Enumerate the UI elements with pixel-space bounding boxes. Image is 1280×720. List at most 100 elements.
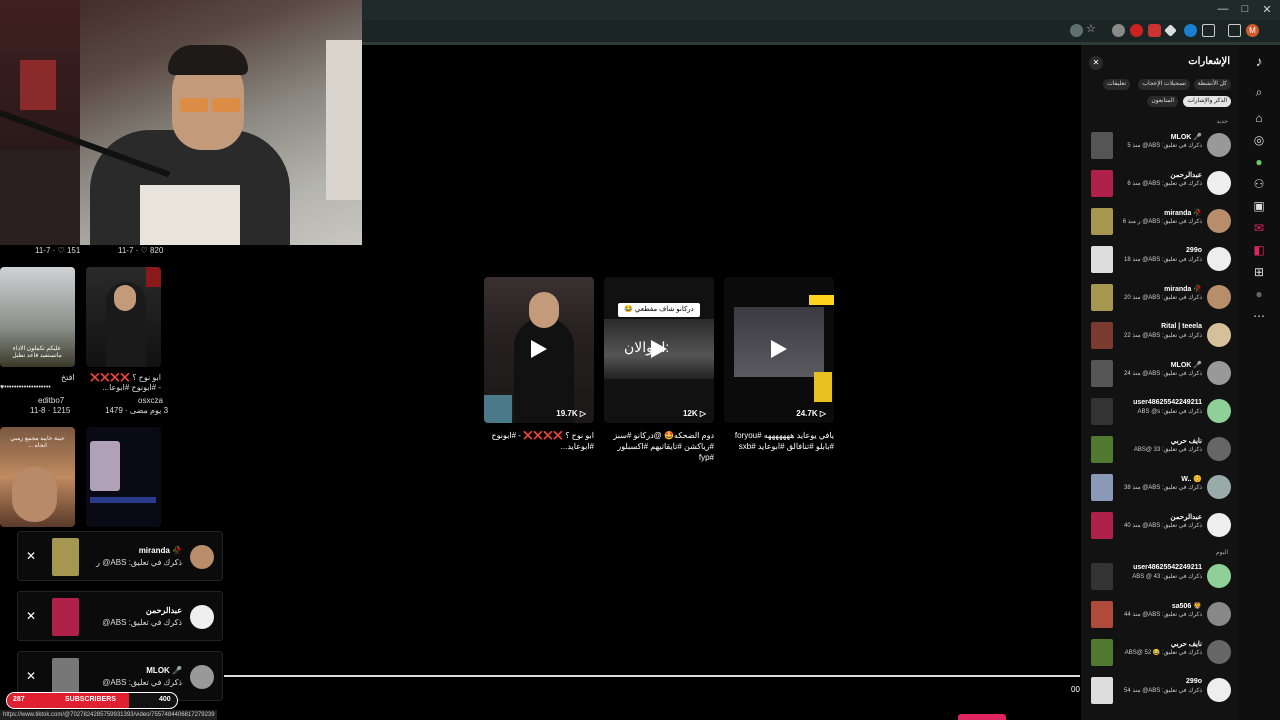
extension-icon[interactable] (1112, 24, 1125, 37)
screen-cast-icon[interactable] (1070, 24, 1083, 37)
video-username[interactable]: editbo7 (38, 396, 64, 405)
chip-mentions[interactable]: الذكر والإشارات (1183, 96, 1231, 107)
close-window-button[interactable]: ✕ (1256, 3, 1278, 16)
extension-icon[interactable] (1184, 24, 1197, 37)
notification-row[interactable]: Rital | teeela ذكرك في تعليق: ABS@ منذ 22 (1081, 318, 1238, 354)
chip-likes[interactable]: تسجيلات الإعجاب (1138, 79, 1190, 90)
following-avatar-icon[interactable]: ● (1249, 155, 1269, 171)
notification-video-thumbnail[interactable] (1091, 474, 1113, 501)
avatar[interactable] (1207, 399, 1231, 423)
play-icon[interactable] (651, 340, 667, 358)
play-icon[interactable] (771, 340, 787, 358)
notification-video-thumbnail[interactable] (1091, 246, 1113, 273)
avatar[interactable] (1207, 513, 1231, 537)
video-progress-bar[interactable] (224, 675, 1080, 677)
avatar[interactable] (1207, 209, 1231, 233)
chip-followers[interactable]: المتابعون (1147, 96, 1178, 107)
avatar[interactable] (1207, 475, 1231, 499)
extension-icon[interactable] (1164, 24, 1177, 37)
notification-username[interactable]: user48625542249211 (1133, 564, 1202, 571)
notification-username[interactable]: نايف حربي (1171, 640, 1202, 648)
notification-row[interactable]: miranda 🥀 ذكرك في تعليق: ABS@ ر منذ 6 (1081, 204, 1238, 240)
grid-video-thumbnail[interactable]: خيبة خايبه مجمع رمبي اتحاه ... (0, 427, 75, 527)
avatar[interactable] (1207, 564, 1231, 588)
notification-video-thumbnail[interactable] (1091, 284, 1113, 311)
avatar[interactable] (1207, 640, 1231, 664)
video-caption[interactable]: دوم الضحكه🤩 @دركانو #سبز #رياكشن #تايقات… (602, 430, 714, 463)
notification-username[interactable]: miranda 🥀 (1164, 209, 1202, 217)
home-icon[interactable]: ⌂ (1249, 111, 1269, 127)
video-caption[interactable]: افتخ (61, 373, 75, 382)
notification-username[interactable]: عبدالرحمن (1170, 513, 1202, 521)
notification-username[interactable]: sa506 🦁 (1172, 602, 1202, 610)
notification-video-thumbnail[interactable] (1091, 436, 1113, 463)
notification-row[interactable]: 299o ذكرك في تعليق: ABS@ منذ 54 (1081, 673, 1238, 709)
avatar[interactable] (1207, 361, 1231, 385)
upload-icon[interactable]: ⊞ (1249, 265, 1269, 281)
notification-username[interactable]: W.. 😊 (1181, 475, 1202, 483)
friends-icon[interactable]: ⚇ (1249, 177, 1269, 193)
extensions-puzzle-icon[interactable] (1202, 24, 1215, 37)
avatar[interactable] (1207, 602, 1231, 626)
notification-username[interactable]: 299o (1186, 247, 1202, 254)
video-caption[interactable]: ابو نوح ؟ ❌❌❌❌ - #ابونوح #ابوعا... (86, 373, 161, 393)
avatar[interactable] (1207, 285, 1231, 309)
notification-video-thumbnail[interactable] (1091, 132, 1113, 159)
chip-all-activity[interactable]: كل الأنشطة (1193, 79, 1231, 90)
notification-row[interactable]: 299o ذكرك في تعليق: ABS@ منذ 18 (1081, 242, 1238, 278)
avatar[interactable] (1207, 323, 1231, 347)
notification-video-thumbnail[interactable] (1091, 322, 1113, 349)
notification-row[interactable]: MLOK 🎤 ذكرك في تعليق: ABS@ منذ 24 (1081, 356, 1238, 392)
notification-video-thumbnail[interactable] (1091, 639, 1113, 666)
notification-username[interactable]: MLOK 🎤 (1171, 361, 1202, 369)
notification-username[interactable]: عبدالرحمن (1170, 171, 1202, 179)
messages-icon[interactable]: ◧ (1249, 243, 1269, 259)
notification-row[interactable]: W.. 😊 ذكرك في تعليق: ABS@ منذ 38 (1081, 470, 1238, 506)
notification-username[interactable]: 299o (1186, 678, 1202, 685)
explore-icon[interactable]: ◎ (1249, 133, 1269, 149)
profile-icon[interactable]: ● (1249, 287, 1269, 303)
notification-row[interactable]: MLOK 🎤 ذكرك في تعليق: ABS@ منذ 5 (1081, 128, 1238, 164)
notification-row[interactable]: sa506 🦁 ذكرك في تعليق: ABS@ منذ 44 (1081, 597, 1238, 633)
notification-video-thumbnail[interactable] (1091, 398, 1113, 425)
notification-row[interactable]: نايف حربي ذكرك في تعليق: 😂 ABS@ 52 (1081, 635, 1238, 671)
avatar[interactable] (1207, 171, 1231, 195)
video-caption[interactable]: ابو نوح ؟ ❌❌❌❌ - #ابونوح #ابوعايد... (482, 430, 594, 452)
notification-row[interactable]: user48625542249211 ذكرك في تعليق: ABS @s (1081, 394, 1238, 430)
notification-row[interactable]: عبدالرحمن ذكرك في تعليق: ABS@ منذ 40 (1081, 508, 1238, 544)
maximize-button[interactable]: □ (1234, 3, 1256, 15)
video-card[interactable]: دركانو شاف مقطعي 😂 انبوالان: 12K ▷ (604, 277, 714, 423)
notification-video-thumbnail[interactable] (1091, 170, 1113, 197)
notification-toast[interactable]: ✕ miranda 🥀 ذكرك في تعليق: ABS@ ر (17, 531, 223, 581)
notification-username[interactable]: MLOK 🎤 (1171, 133, 1202, 141)
bookmark-star-icon[interactable]: ☆ (1086, 22, 1099, 35)
grid-video-thumbnail[interactable]: عليكم تكملون الاداء ماتستفيد قاعد تطبل (0, 267, 75, 367)
notification-row[interactable]: عبدالرحمن ذكرك في تعليق: ABS@ منذ 6 (1081, 166, 1238, 202)
notification-video-thumbnail[interactable] (1091, 208, 1113, 235)
inbox-icon[interactable]: ✉ (1249, 221, 1269, 237)
notification-row[interactable]: user48625542249211 ذكرك في تعليق: ABS @ 4… (1081, 559, 1238, 595)
notification-video-thumbnail[interactable] (1091, 512, 1113, 539)
live-icon[interactable]: ▣ (1249, 199, 1269, 215)
notification-video-thumbnail[interactable] (1091, 601, 1113, 628)
notification-video-thumbnail[interactable] (1091, 677, 1113, 704)
close-icon[interactable]: ✕ (1089, 56, 1103, 70)
notification-row[interactable]: نايف حربي ذكرك في تعليق: ABS@ 33 (1081, 432, 1238, 468)
avatar[interactable] (1207, 678, 1231, 702)
notification-row[interactable]: miranda 🥀 ذكرك في تعليق: ABS@ منذ 20 (1081, 280, 1238, 316)
close-icon[interactable]: ✕ (26, 669, 36, 683)
minimize-button[interactable]: — (1212, 3, 1234, 15)
avatar[interactable] (1207, 247, 1231, 271)
video-username[interactable]: osxcza (138, 396, 163, 405)
chip-comments[interactable]: تعليقات (1103, 79, 1130, 90)
video-caption[interactable]: يافي يوعايد هههههههه #foryou #بابلو #تنا… (722, 430, 834, 452)
profile-avatar[interactable]: M (1246, 24, 1259, 37)
notification-video-thumbnail[interactable] (1091, 563, 1113, 590)
notification-username[interactable]: user48625542249211 (1133, 399, 1202, 406)
notification-username[interactable]: نايف حربي (1171, 437, 1202, 445)
avatar[interactable] (1207, 133, 1231, 157)
tiktok-logo-icon[interactable]: ♪ (1249, 53, 1269, 69)
video-card[interactable]: 24.7K ▷ (724, 277, 834, 423)
extension-icon[interactable] (1148, 24, 1161, 37)
notification-username[interactable]: Rital | teeela (1161, 323, 1202, 330)
